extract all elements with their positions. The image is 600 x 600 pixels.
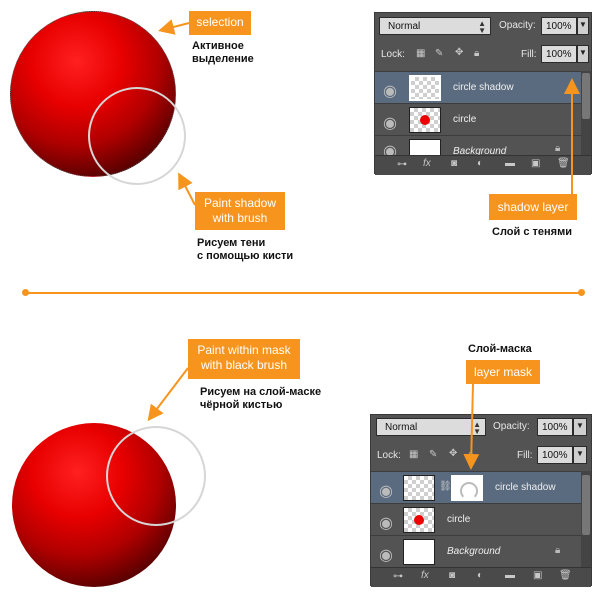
arrow-layer-mask — [463, 383, 480, 470]
callout-arrows — [147, 19, 580, 470]
arrow-paint-mask — [147, 367, 189, 422]
arrow-selection — [158, 19, 190, 35]
arrow-paint-shadow — [178, 172, 196, 206]
